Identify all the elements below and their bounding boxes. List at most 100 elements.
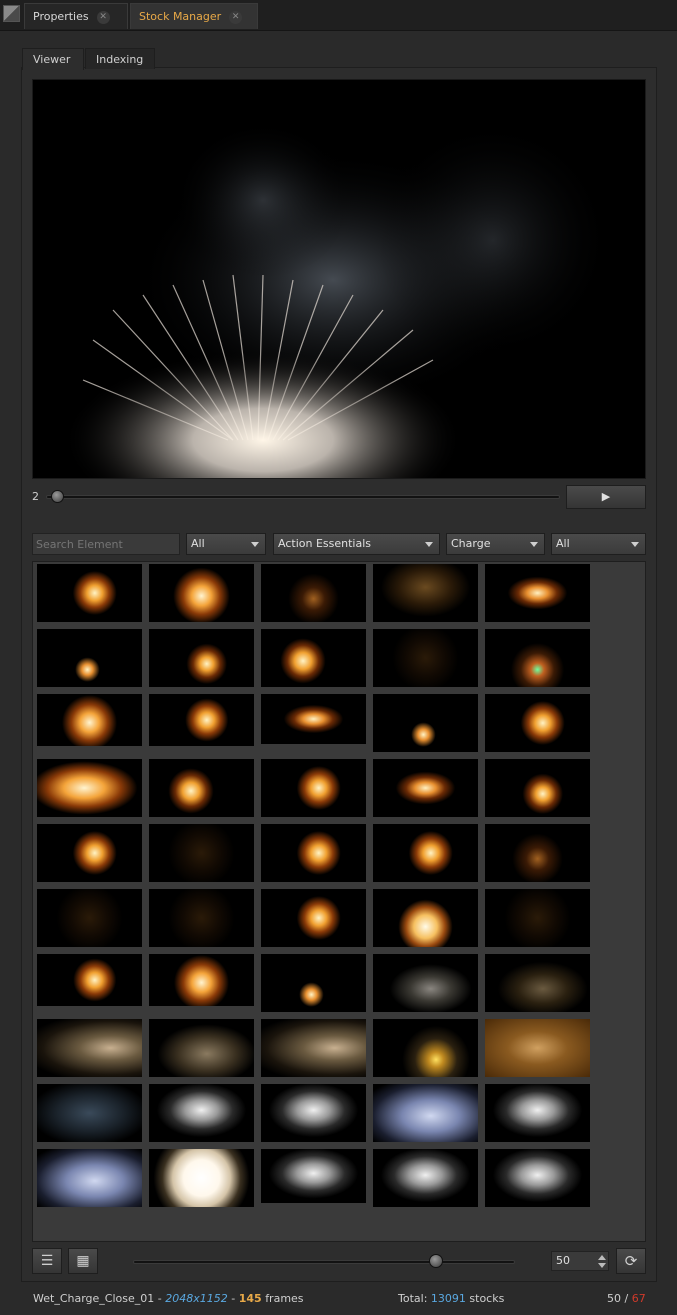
stock-thumbnail[interactable] — [373, 694, 478, 752]
stock-thumbnail[interactable] — [37, 824, 142, 882]
per-page-spinbox[interactable]: 50 — [551, 1251, 609, 1271]
stock-thumbnail[interactable] — [261, 1084, 366, 1142]
chevron-down-icon — [251, 542, 259, 547]
tab-stock-manager[interactable]: Stock Manager ✕ — [130, 3, 258, 29]
stock-thumbnail[interactable] — [37, 1084, 142, 1142]
stock-thumbnail[interactable] — [37, 889, 142, 947]
stock-thumbnail[interactable] — [261, 1149, 366, 1203]
stock-thumbnail[interactable] — [37, 954, 142, 1006]
stock-thumbnail[interactable] — [485, 954, 590, 1012]
stock-thumbnail[interactable] — [37, 629, 142, 687]
list-view-button[interactable]: ☰ — [32, 1248, 62, 1274]
spin-down-icon[interactable] — [598, 1263, 606, 1268]
grid-icon: ▦ — [76, 1253, 90, 1269]
stock-thumbnail[interactable] — [485, 1084, 590, 1142]
page-count: 50 / 67 — [607, 1292, 646, 1305]
stock-thumbnail[interactable] — [373, 889, 478, 947]
timeline-slider-handle[interactable] — [51, 490, 64, 503]
filter-dropdown-4[interactable]: All — [551, 533, 646, 555]
stock-thumbnail[interactable] — [149, 629, 254, 687]
tab-indexing[interactable]: Indexing — [85, 48, 155, 69]
stock-thumbnail[interactable] — [373, 564, 478, 622]
per-page-value: 50 — [556, 1254, 570, 1267]
filter-dropdown-library[interactable]: Action Essentials — [273, 533, 440, 555]
stock-thumbnail[interactable] — [261, 954, 366, 1012]
stock-thumbnail[interactable] — [149, 889, 254, 947]
total-info: Total: 13091 stocks — [398, 1292, 504, 1305]
refresh-button[interactable]: ⟳ — [616, 1248, 646, 1274]
tab-label: Properties — [33, 10, 89, 23]
stock-thumbnail[interactable] — [485, 824, 590, 882]
stock-thumbnail[interactable] — [261, 889, 366, 947]
stock-thumbnail[interactable] — [373, 824, 478, 882]
stock-thumbnail[interactable] — [37, 1019, 142, 1077]
filter-dropdown-category[interactable]: Charge — [446, 533, 545, 555]
close-icon[interactable]: ✕ — [229, 10, 243, 24]
stock-thumbnail[interactable] — [149, 1149, 254, 1207]
preview-image — [33, 80, 645, 478]
total-count: 13091 — [430, 1292, 466, 1305]
stock-thumbnail[interactable] — [485, 1019, 590, 1077]
stock-thumbnail[interactable] — [261, 564, 366, 622]
stock-thumbnail[interactable] — [37, 759, 142, 817]
stock-thumbnail[interactable] — [149, 1084, 254, 1142]
stock-thumbnail[interactable] — [37, 694, 142, 746]
list-icon: ☰ — [40, 1253, 54, 1269]
total-label: Total: — [398, 1292, 428, 1305]
frame-number: 2 — [32, 490, 39, 503]
stock-thumbnail[interactable] — [485, 629, 590, 687]
stock-thumbnail[interactable] — [261, 1019, 366, 1077]
stock-thumbnail[interactable] — [149, 824, 254, 882]
separator: - — [157, 1292, 162, 1305]
preview-viewer[interactable] — [32, 79, 646, 479]
selected-info: Wet_Charge_Close_01 - 2048x1152 - 145 fr… — [33, 1292, 304, 1305]
tab-viewer[interactable]: Viewer — [22, 48, 84, 70]
dropdown-value: Action Essentials — [278, 537, 371, 550]
available-count: 67 — [631, 1292, 646, 1305]
thumbnail-size-slider[interactable] — [133, 1260, 515, 1264]
stock-thumbnail[interactable] — [149, 954, 254, 1006]
stock-thumbnail[interactable] — [37, 564, 142, 622]
title-bar: Properties ✕ Stock Manager ✕ — [0, 0, 677, 31]
frame-count: 145 — [238, 1292, 262, 1305]
stock-thumbnail[interactable] — [485, 564, 590, 622]
play-button[interactable]: ▶ — [566, 485, 646, 509]
shown-count: 50 — [607, 1292, 621, 1305]
stock-thumbnail[interactable] — [37, 1149, 142, 1207]
filter-dropdown-1[interactable]: All — [186, 533, 266, 555]
element-name: Wet_Charge_Close_01 — [33, 1292, 155, 1305]
stock-thumbnail[interactable] — [149, 759, 254, 817]
spin-up-icon[interactable] — [598, 1255, 606, 1260]
chevron-down-icon — [631, 542, 639, 547]
close-icon[interactable]: ✕ — [96, 10, 110, 24]
stock-thumbnail[interactable] — [261, 759, 366, 817]
stock-thumbnail[interactable] — [485, 759, 590, 817]
frames-label: frames — [265, 1292, 304, 1305]
dropdown-value: All — [191, 537, 205, 550]
stock-thumbnail[interactable] — [149, 564, 254, 622]
app-icon — [3, 5, 20, 22]
total-unit: stocks — [469, 1292, 505, 1305]
grid-view-button[interactable]: ▦ — [68, 1248, 98, 1274]
stock-thumbnail[interactable] — [373, 759, 478, 817]
stock-thumbnail[interactable] — [485, 1149, 590, 1207]
timeline-slider[interactable] — [46, 495, 560, 499]
stock-thumbnail[interactable] — [373, 954, 478, 1012]
tab-properties[interactable]: Properties ✕ — [24, 3, 128, 29]
play-icon: ▶ — [601, 490, 611, 503]
stock-thumbnail[interactable] — [373, 1084, 478, 1142]
tab-label: Indexing — [96, 53, 144, 66]
stock-thumbnail[interactable] — [485, 694, 590, 752]
stock-thumbnail[interactable] — [485, 889, 590, 947]
stock-thumbnail[interactable] — [149, 694, 254, 746]
search-input[interactable] — [32, 533, 180, 555]
stock-thumbnail[interactable] — [373, 1149, 478, 1207]
stock-thumbnail[interactable] — [149, 1019, 254, 1077]
thumbnail-size-slider-handle[interactable] — [429, 1254, 443, 1268]
dropdown-value: All — [556, 537, 570, 550]
stock-thumbnail[interactable] — [373, 1019, 478, 1077]
stock-thumbnail[interactable] — [261, 629, 366, 687]
stock-thumbnail[interactable] — [261, 694, 366, 744]
stock-thumbnail[interactable] — [373, 629, 478, 687]
stock-thumbnail[interactable] — [261, 824, 366, 882]
